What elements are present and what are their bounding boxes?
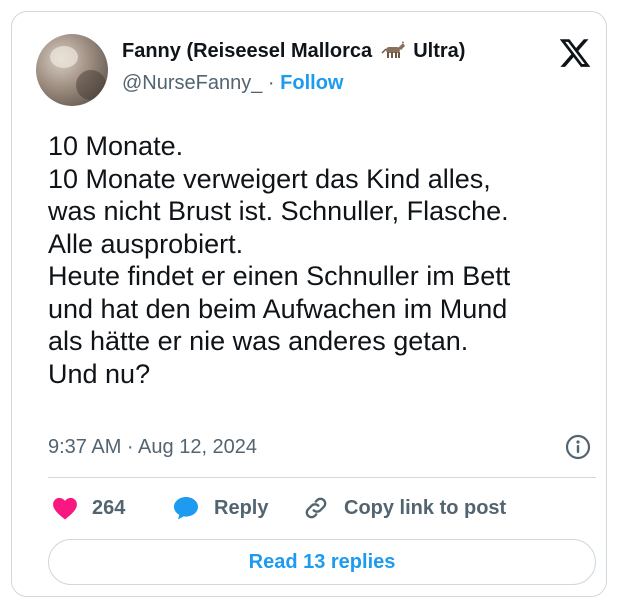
follow-button[interactable]: Follow <box>280 72 343 94</box>
divider <box>48 477 596 478</box>
timestamp[interactable]: 9:37 AM · Aug 12, 2024 <box>48 434 257 460</box>
handle-row: @NurseFanny_ · Follow <box>122 70 343 96</box>
like-button[interactable]: 264 <box>52 494 125 522</box>
author-name-suffix: Ultra) <box>413 40 466 62</box>
author-name-prefix: Fanny (Reiseesel Mallorca <box>122 40 373 62</box>
copy-link-button[interactable]: Copy link to post <box>302 494 506 522</box>
reply-label: Reply <box>214 496 269 519</box>
x-logo-icon[interactable] <box>558 36 592 70</box>
like-count: 264 <box>92 496 126 519</box>
link-icon <box>305 497 327 519</box>
copy-link-label: Copy link to post <box>344 496 507 519</box>
info-icon[interactable] <box>565 434 591 460</box>
tweet-text: 10 Monate. 10 Monate verweigert das Kind… <box>48 131 511 389</box>
heart-icon <box>53 497 77 520</box>
author-handle[interactable]: @NurseFanny_ <box>122 72 262 94</box>
donkey-emoji-icon <box>381 41 405 58</box>
author-name[interactable]: Fanny (Reiseesel Mallorca Ultra) <box>122 38 465 64</box>
reply-bubble-icon <box>174 497 198 520</box>
tweet-card: Fanny (Reiseesel Mallorca Ultra) @NurseF… <box>11 11 607 597</box>
avatar[interactable] <box>36 34 108 106</box>
separator-dot: · <box>262 72 281 94</box>
reply-button[interactable]: Reply <box>172 494 268 522</box>
read-replies-button[interactable]: Read 13 replies <box>48 539 596 585</box>
